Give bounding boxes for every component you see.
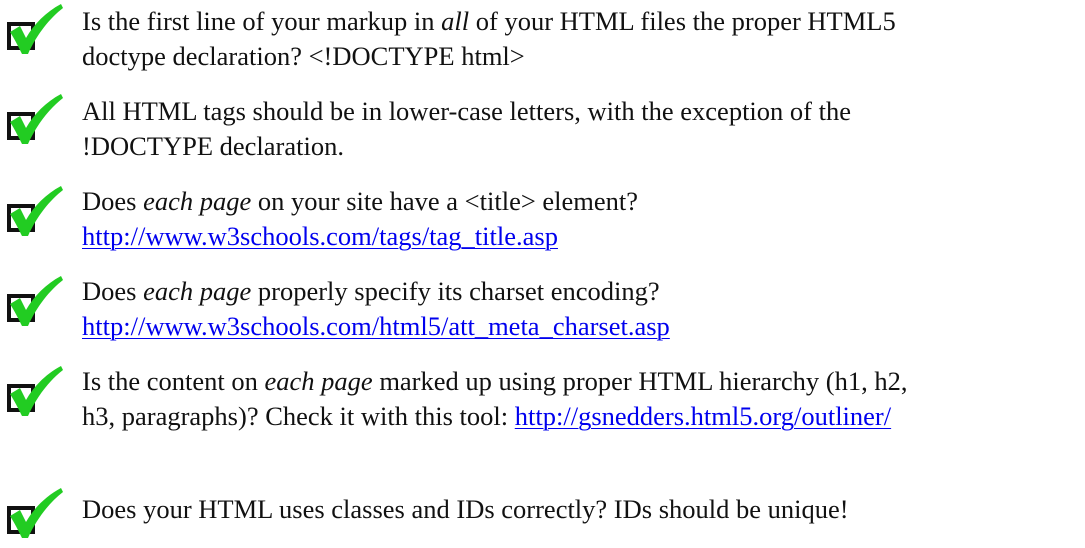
text-line: All HTML tags should be in lower-case le…: [82, 94, 1082, 129]
checkmark-icon: [6, 186, 64, 238]
text-line: h3, paragraphs)? Check it with this tool…: [82, 399, 1082, 434]
text-line: !DOCTYPE declaration.: [82, 129, 1082, 164]
text-line: Is the first line of your markup in all …: [82, 4, 1082, 39]
text-segment: All HTML tags should be in lower-case le…: [82, 96, 851, 126]
checkmark-icon: [6, 4, 64, 56]
checklist-item-text: Does each page properly specify its char…: [82, 274, 1082, 344]
text-segment: Does: [82, 186, 144, 216]
text-line: http://www.w3schools.com/tags/tag_title.…: [82, 219, 1082, 254]
checkmark-icon: [6, 276, 64, 328]
text-line: Does each page properly specify its char…: [82, 274, 1082, 309]
text-segment: Is the content on: [82, 366, 265, 396]
checkmark-icon: [6, 488, 64, 540]
text-segment: h3, paragraphs)? Check it with this tool…: [82, 401, 515, 431]
text-line: Does each page on your site have a <titl…: [82, 184, 1082, 219]
text-segment: Is the first line of your markup in: [82, 6, 442, 36]
text-segment: on your site have a <title> element?: [251, 186, 639, 216]
checkmark-icon: [6, 366, 64, 418]
text-segment: marked up using proper HTML hierarchy (h…: [372, 366, 908, 396]
text-segment: doctype declaration? <!DOCTYPE html>: [82, 41, 525, 71]
text-segment: !DOCTYPE declaration.: [82, 131, 344, 161]
text-line: Does your HTML uses classes and IDs corr…: [82, 492, 1082, 527]
emphasis-text: each page: [143, 186, 252, 216]
emphasis-text: each page: [264, 366, 373, 396]
checklist-item-text: Is the content on each page marked up us…: [82, 364, 1082, 434]
text-segment: Does: [82, 276, 144, 306]
text-line: http://www.w3schools.com/html5/att_meta_…: [82, 309, 1082, 344]
text-segment: Does your HTML uses classes and IDs corr…: [82, 494, 849, 524]
checklist-item-text: All HTML tags should be in lower-case le…: [82, 94, 1082, 164]
text-segment: of your HTML files the proper HTML5: [469, 6, 896, 36]
checklist-item-text: Is the first line of your markup in all …: [82, 4, 1082, 74]
text-line: Is the content on each page marked up us…: [82, 364, 1082, 399]
emphasis-text: each page: [143, 276, 252, 306]
checkmark-icon: [6, 94, 64, 146]
checklist-item-text: Does each page on your site have a <titl…: [82, 184, 1082, 254]
text-segment: properly specify its charset encoding?: [251, 276, 660, 306]
outliner-tool-link[interactable]: http://gsnedders.html5.org/outliner/: [515, 401, 891, 431]
text-line: doctype declaration? <!DOCTYPE html>: [82, 39, 1082, 74]
emphasis-text: all: [441, 6, 470, 36]
charset-reference-link[interactable]: http://www.w3schools.com/html5/att_meta_…: [82, 311, 670, 341]
title-reference-link[interactable]: http://www.w3schools.com/tags/tag_title.…: [82, 221, 558, 251]
checklist-item-text: Does your HTML uses classes and IDs corr…: [82, 492, 1082, 527]
